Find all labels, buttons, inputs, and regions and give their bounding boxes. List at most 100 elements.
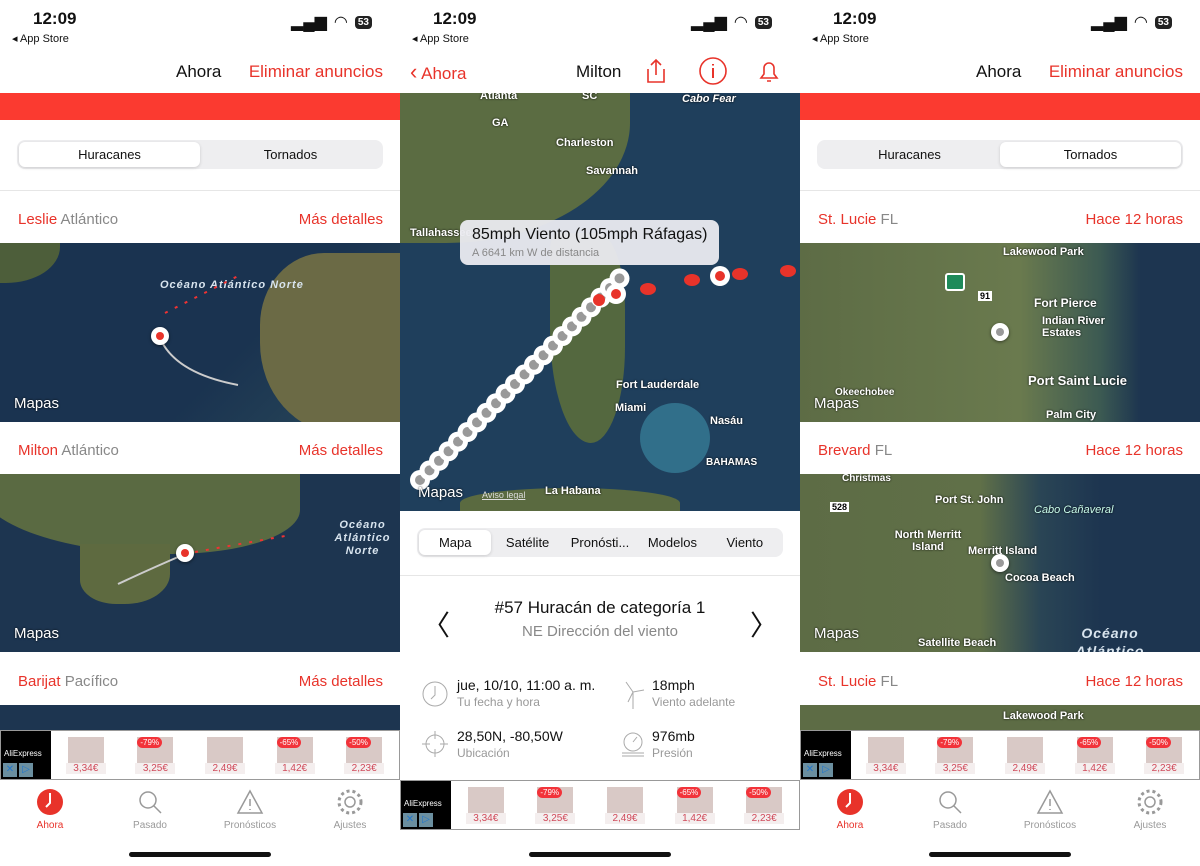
segment-hurricanes[interactable]: Huracanes bbox=[819, 142, 1000, 167]
ad-items: 3,34€ -79% 3,25€ 2,49€ -65% 1,42€ -50% 2,23€ bbox=[451, 781, 799, 829]
tab-settings[interactable]: Ajustes bbox=[300, 780, 400, 840]
segment-map-type[interactable]: Satélite bbox=[491, 530, 563, 555]
product-price: 3,34€ bbox=[65, 762, 106, 774]
ad-product[interactable]: 2,49€ bbox=[204, 736, 245, 774]
tab-past[interactable]: Pasado bbox=[900, 780, 1000, 840]
segment-tornadoes[interactable]: Tornados bbox=[200, 142, 381, 167]
tab-forecasts[interactable]: Pronósticos bbox=[200, 780, 300, 840]
ad-banner[interactable]: AliExpress ✕ ▷ 3,34€ -79% 3,25€ 2,49€ -65% 1,42€… bbox=[800, 730, 1200, 780]
ad-product[interactable]: -65% 1,42€ bbox=[1074, 736, 1115, 774]
storm-map[interactable]: Océano Atlántico Norte Mapas bbox=[0, 243, 400, 422]
tornado-map[interactable]: 91 Lakewood Park Fort Pierce Indian Rive… bbox=[800, 243, 1200, 422]
state: FL bbox=[880, 211, 899, 228]
segment-hurricanes[interactable]: Huracanes bbox=[19, 142, 200, 167]
ad-product[interactable]: 3,34€ bbox=[865, 736, 906, 774]
forecast-point[interactable] bbox=[640, 283, 656, 295]
storm-row-header[interactable]: Milton Atlántico Más detalles bbox=[0, 436, 400, 466]
tab-past[interactable]: Pasado bbox=[100, 780, 200, 840]
remove-ads-button[interactable]: Eliminar anuncios bbox=[1049, 62, 1183, 82]
ad-choices-icon[interactable]: ▷ bbox=[819, 763, 833, 777]
ad-product[interactable]: -65% 1,42€ bbox=[274, 736, 315, 774]
segment-tornadoes[interactable]: Tornados bbox=[1000, 142, 1181, 167]
segment-map-type[interactable]: Pronósti... bbox=[564, 530, 636, 555]
back-button[interactable]: ‹ Ahora bbox=[410, 59, 467, 85]
storm-map[interactable] bbox=[0, 705, 400, 731]
status-icons: ▂▄▆ ◠ 53 bbox=[291, 12, 372, 32]
info-icon[interactable] bbox=[698, 56, 728, 86]
close-ad-icon[interactable]: ✕ bbox=[803, 763, 817, 777]
tornado-pin[interactable] bbox=[991, 554, 1009, 572]
tornado-row-header[interactable]: St. Lucie FL Hace 12 horas bbox=[800, 205, 1200, 235]
storm-name: Milton bbox=[18, 442, 59, 459]
discount-badge: -50% bbox=[746, 786, 771, 798]
ad-product[interactable]: -50% 2,23€ bbox=[1144, 736, 1185, 774]
map-label: Port Saint Lucie bbox=[1028, 373, 1127, 388]
ad-product[interactable]: -79% 3,25€ bbox=[535, 786, 576, 824]
report-time[interactable]: Hace 12 horas bbox=[1085, 673, 1183, 690]
tab-now[interactable]: Ahora bbox=[0, 780, 100, 840]
close-ad-icon[interactable]: ✕ bbox=[3, 763, 17, 777]
storm-map[interactable]: Océano Atlántico Norte Mapas bbox=[0, 474, 400, 652]
tornado-pin[interactable] bbox=[991, 323, 1009, 341]
tornado-map[interactable]: Lakewood Park bbox=[800, 705, 1200, 731]
detail-location: 28,50N, -80,50W Ubicación bbox=[457, 728, 563, 760]
tab-now[interactable]: Ahora bbox=[800, 780, 900, 840]
storm-name: Barijat bbox=[18, 673, 61, 690]
forecast-point[interactable] bbox=[780, 265, 796, 277]
ad-product[interactable]: 3,34€ bbox=[465, 786, 506, 824]
type-segmented-control: Huracanes Tornados bbox=[17, 140, 383, 169]
storm-category-title: #57 Huracán de categoría 1 bbox=[494, 598, 706, 617]
hurricanes-screen: 12:09 ◂ App Store ▂▄▆ ◠ 53 Ahora Eliminar … bbox=[0, 0, 400, 866]
segment-map-type[interactable]: Modelos bbox=[636, 530, 708, 555]
bell-icon[interactable] bbox=[756, 57, 782, 85]
ad-banner[interactable]: AliExpress ✕ ▷ 3,34€ -79% 3,25€ 2,49€ -65% 1,42€… bbox=[400, 780, 800, 830]
back-to-app-store[interactable]: ◂ App Store bbox=[412, 32, 469, 45]
ad-product[interactable]: -50% 2,23€ bbox=[344, 736, 385, 774]
storm-track-map[interactable]: Atlanta SC GA Charleston Savannah Tallah… bbox=[400, 93, 800, 511]
tab-forecasts[interactable]: Pronósticos bbox=[1000, 780, 1100, 840]
discount-badge: -79% bbox=[937, 736, 963, 748]
report-time[interactable]: Hace 12 horas bbox=[1085, 211, 1183, 228]
segment-map-type[interactable]: Viento bbox=[709, 530, 781, 555]
ad-choices-icon[interactable]: ▷ bbox=[419, 813, 433, 827]
remove-ads-button[interactable]: Eliminar anuncios bbox=[249, 62, 383, 82]
ad-product[interactable]: -79% 3,25€ bbox=[935, 736, 976, 774]
ad-product[interactable]: 3,34€ bbox=[65, 736, 106, 774]
legal-link[interactable]: Aviso legal bbox=[482, 490, 525, 500]
segment-map-type[interactable]: Mapa bbox=[419, 530, 492, 555]
map-label: Indian River Estates bbox=[1042, 315, 1105, 339]
more-details-link[interactable]: Más detalles bbox=[299, 211, 383, 228]
ad-brand: AliExpress ✕ ▷ bbox=[401, 781, 451, 829]
ad-choices-icon[interactable]: ▷ bbox=[19, 763, 33, 777]
status-time: 12:09 bbox=[433, 9, 477, 28]
ad-product[interactable]: -79% 3,25€ bbox=[135, 736, 176, 774]
current-position-pin[interactable] bbox=[593, 284, 626, 306]
share-icon[interactable] bbox=[644, 58, 668, 84]
ad-banner[interactable]: AliExpress ✕ ▷ 3,34€ -79% 3,25€ 2,49€ -65% 1,42€… bbox=[0, 730, 400, 780]
forecast-point[interactable] bbox=[732, 268, 748, 280]
map-label: Cocoa Beach bbox=[1005, 572, 1075, 584]
tornado-row-header[interactable]: Brevard FL Hace 12 horas bbox=[800, 436, 1200, 466]
ad-product[interactable]: -50% 2,23€ bbox=[744, 786, 785, 824]
ad-product[interactable]: -65% 1,42€ bbox=[674, 786, 715, 824]
forecast-pin[interactable] bbox=[710, 266, 730, 286]
storm-pin[interactable] bbox=[151, 327, 169, 345]
map-label: Palm City bbox=[1046, 409, 1097, 421]
tornado-row-header[interactable]: St. Lucie FL Hace 12 horas bbox=[800, 667, 1200, 697]
report-time[interactable]: Hace 12 horas bbox=[1085, 442, 1183, 459]
tab-settings[interactable]: Ajustes bbox=[1100, 780, 1200, 840]
back-to-app-store[interactable]: ◂ App Store bbox=[812, 32, 869, 45]
storm-row-header[interactable]: Leslie Atlántico Más detalles bbox=[0, 205, 400, 235]
more-details-link[interactable]: Más detalles bbox=[299, 673, 383, 690]
nav-title: Milton bbox=[576, 62, 622, 81]
forecast-point[interactable] bbox=[684, 274, 700, 286]
product-price: 3,34€ bbox=[865, 762, 906, 774]
tornado-map[interactable]: 528 Christmas Port St. John Cabo Cañaver… bbox=[800, 474, 1200, 652]
storm-row-header[interactable]: Barijat Pacífico Más detalles bbox=[0, 667, 400, 697]
ad-product[interactable]: 2,49€ bbox=[1004, 736, 1045, 774]
storm-pin[interactable] bbox=[176, 544, 194, 562]
ad-product[interactable]: 2,49€ bbox=[604, 786, 645, 824]
more-details-link[interactable]: Más detalles bbox=[299, 442, 383, 459]
close-ad-icon[interactable]: ✕ bbox=[403, 813, 417, 827]
back-to-app-store[interactable]: ◂ App Store bbox=[12, 32, 69, 45]
